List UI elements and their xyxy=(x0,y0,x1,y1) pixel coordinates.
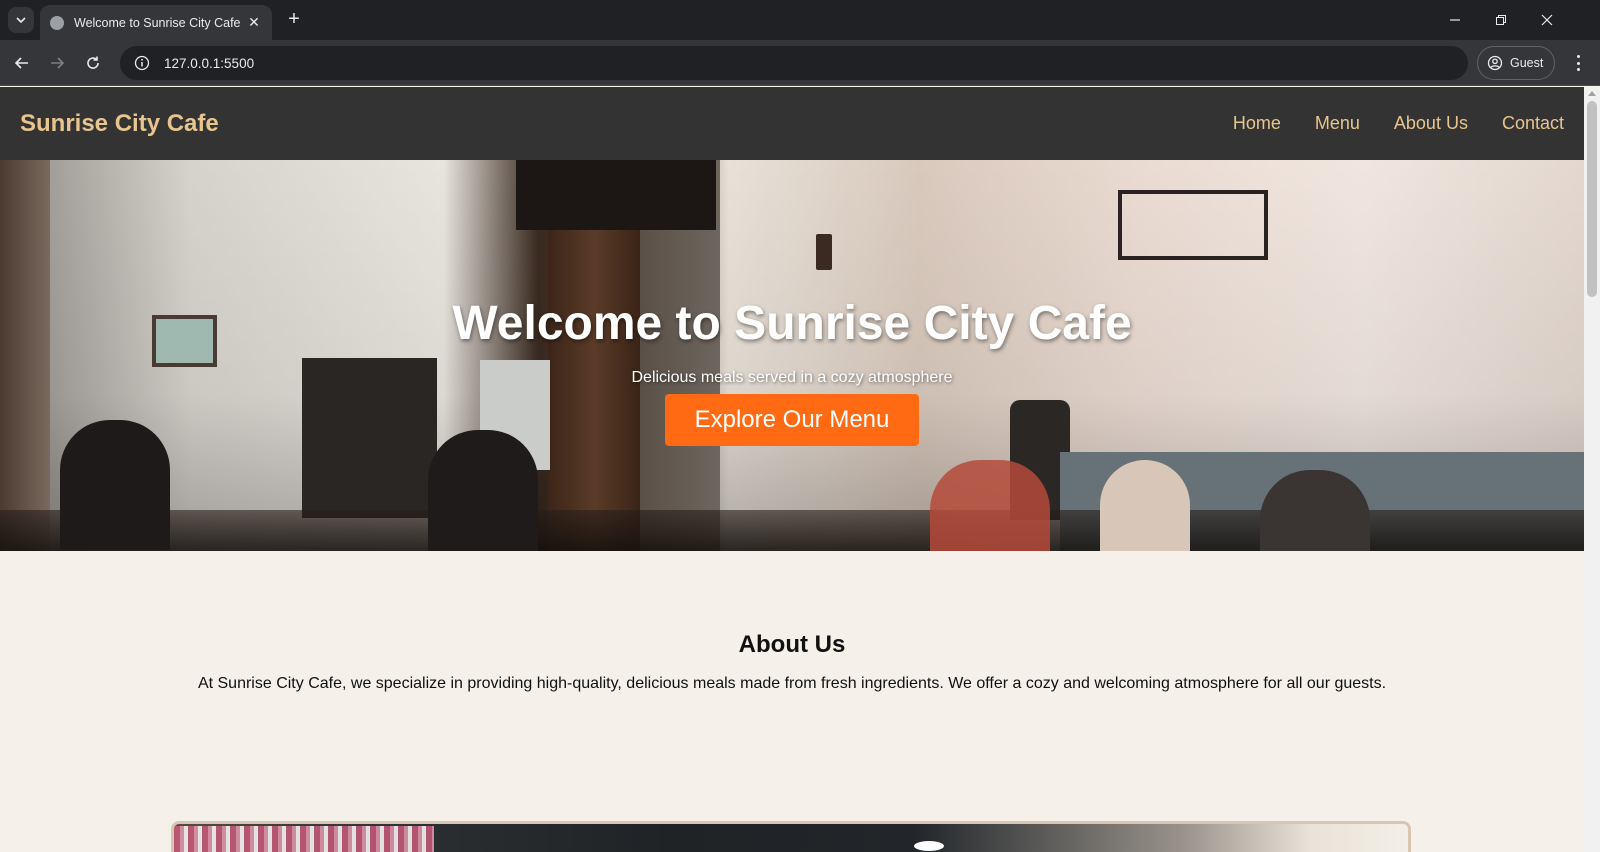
hero-subtitle: Delicious meals served in a cozy atmosph… xyxy=(631,368,953,386)
scroll-up-arrow-icon[interactable] xyxy=(1588,91,1596,96)
about-section: About Us At Sunrise City Cafe, we specia… xyxy=(0,551,1584,852)
restore-icon xyxy=(1496,15,1506,25)
browser-tab[interactable]: Welcome to Sunrise City Cafe ✕ xyxy=(40,5,272,40)
arrow-right-icon xyxy=(51,57,65,69)
arrow-left-icon xyxy=(14,57,28,69)
address-bar[interactable]: 127.0.0.1:5500 xyxy=(120,46,1468,80)
nav-link-menu[interactable]: Menu xyxy=(1315,113,1360,134)
browser-menu-icon[interactable] xyxy=(1568,52,1588,74)
site-info-icon[interactable] xyxy=(132,53,152,73)
nav-link-contact[interactable]: Contact xyxy=(1502,113,1564,134)
about-image xyxy=(171,821,1411,852)
tab-title: Welcome to Sunrise City Cafe xyxy=(74,15,241,30)
new-tab-button[interactable]: + xyxy=(282,8,306,32)
site-nav: Home Menu About Us Contact xyxy=(1233,113,1564,134)
account-icon xyxy=(1487,55,1503,71)
profile-label: Guest xyxy=(1510,56,1544,70)
hero-section: Welcome to Sunrise City Cafe Delicious m… xyxy=(0,160,1584,551)
page-scrollbar[interactable] xyxy=(1584,87,1600,852)
url-text[interactable]: 127.0.0.1:5500 xyxy=(164,56,254,71)
site-header: Sunrise City Cafe Home Menu About Us Con… xyxy=(0,87,1584,160)
minimize-icon xyxy=(1450,19,1460,21)
explore-menu-button[interactable]: Explore Our Menu xyxy=(664,393,920,446)
about-text: At Sunrise City Cafe, we specialize in p… xyxy=(197,675,1387,692)
close-icon xyxy=(1541,14,1553,26)
page-viewport: Sunrise City Cafe Home Menu About Us Con… xyxy=(0,87,1584,852)
close-window-button[interactable] xyxy=(1532,6,1562,34)
forward-button[interactable] xyxy=(43,49,71,77)
reload-icon xyxy=(87,56,99,69)
restore-button[interactable] xyxy=(1486,6,1516,34)
site-logo[interactable]: Sunrise City Cafe xyxy=(20,110,219,138)
browser-toolbar: 127.0.0.1:5500 Guest xyxy=(0,40,1600,86)
hero-title: Welcome to Sunrise City Cafe xyxy=(452,296,1132,350)
nav-link-about[interactable]: About Us xyxy=(1394,113,1468,134)
chevron-down-icon xyxy=(16,17,26,24)
browser-tabstrip: Welcome to Sunrise City Cafe ✕ + xyxy=(0,0,1600,40)
about-title: About Us xyxy=(738,631,846,658)
globe-icon xyxy=(50,15,64,30)
hero-content: Welcome to Sunrise City Cafe Delicious m… xyxy=(0,160,1584,551)
reload-button[interactable] xyxy=(79,49,107,77)
back-button[interactable] xyxy=(8,49,36,77)
close-tab-icon[interactable]: ✕ xyxy=(246,14,262,31)
nav-link-home[interactable]: Home xyxy=(1233,113,1281,134)
scrollbar-thumb[interactable] xyxy=(1587,101,1597,297)
minimize-button[interactable] xyxy=(1440,6,1470,34)
profile-button[interactable]: Guest xyxy=(1477,46,1555,80)
tab-search-button[interactable] xyxy=(8,7,34,33)
